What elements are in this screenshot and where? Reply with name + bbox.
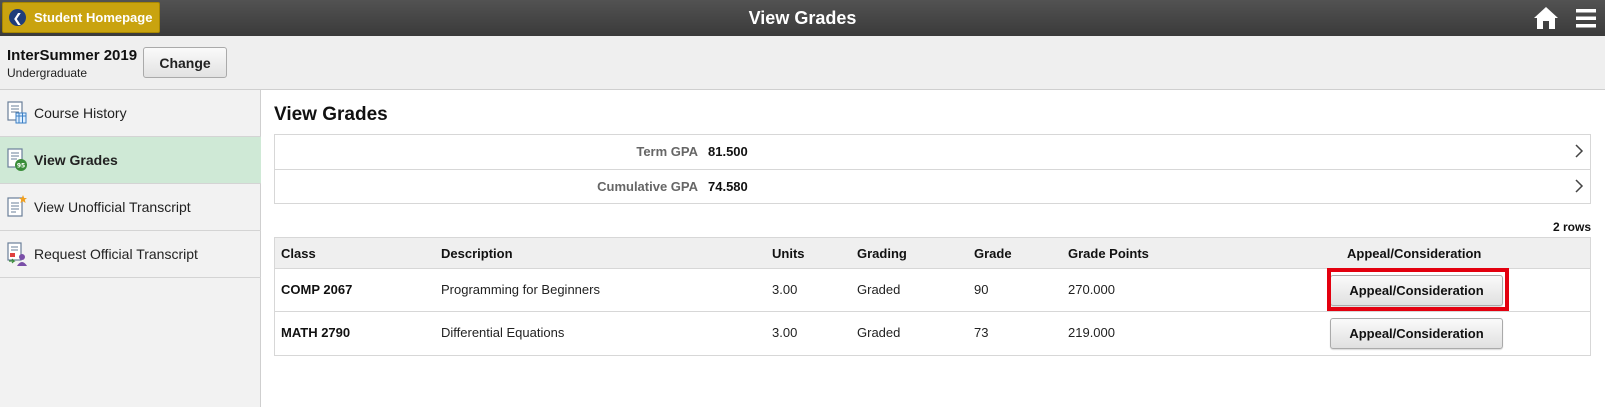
view-grades-icon: 95 — [7, 148, 27, 171]
sidebar-item-view-unofficial-transcript[interactable]: View Unofficial Transcript — [0, 184, 261, 231]
column-header: Grade Points — [1068, 246, 1149, 261]
class-cell: COMP 2067 — [281, 282, 353, 297]
sidebar-item-request-official-transcript[interactable]: Request Official Transcript — [0, 231, 261, 278]
student-homepage-label: Student Homepage — [34, 10, 153, 25]
class-cell: MATH 2790 — [281, 325, 351, 340]
term-career: Undergraduate — [7, 66, 88, 80]
column-header: Grade — [974, 246, 1012, 261]
units-cell: 3.00 — [772, 282, 798, 297]
gpa-label: Term GPA — [636, 144, 698, 159]
gpa-label: Cumulative GPA — [597, 179, 698, 194]
grade-cell: 73 — [974, 325, 989, 340]
grade-points-cell: 270.000 — [1068, 282, 1115, 297]
term-gpa-row[interactable]: Term GPA 81.500 — [275, 135, 1590, 169]
header-title: View Grades — [748, 8, 857, 28]
change-term-button[interactable]: Change — [143, 47, 227, 78]
back-arrow-icon: ❮ — [9, 9, 26, 26]
sidebar-item-label: View Grades — [34, 152, 118, 168]
page-title: View Grades — [274, 104, 388, 125]
grades-table: Class Description Units Grading Grade Gr… — [274, 237, 1591, 356]
column-header: Class — [281, 246, 316, 261]
sidebar-item-view-grades[interactable]: 95 View Grades — [0, 137, 261, 184]
gpa-value: 74.580 — [708, 179, 748, 194]
sidebar-item-label: Request Official Transcript — [34, 246, 198, 262]
column-header: Description — [441, 246, 513, 261]
gpa-summary: Term GPA 81.500 Cumulative GPA 74.580 — [274, 134, 1591, 204]
hamburger-menu-icon[interactable] — [1576, 6, 1596, 30]
description-cell: Programming for Beginners — [441, 282, 600, 297]
grading-cell: Graded — [857, 325, 901, 340]
official-transcript-icon — [7, 242, 27, 266]
top-header: ❮ Student Homepage View Grades — [0, 0, 1605, 36]
grading-cell: Graded — [857, 282, 901, 297]
description-cell: Differential Equations — [441, 325, 565, 340]
sidebar: Course History 95 View Grades View Unoff… — [0, 90, 261, 407]
chevron-right-icon — [1575, 179, 1584, 193]
sidebar-item-label: View Unofficial Transcript — [34, 199, 191, 215]
column-header: Grading — [857, 246, 907, 261]
appeal-consideration-button[interactable]: Appeal/Consideration — [1330, 318, 1503, 349]
sidebar-item-course-history[interactable]: Course History — [0, 90, 261, 137]
cumulative-gpa-row[interactable]: Cumulative GPA 74.580 — [275, 169, 1590, 203]
table-row: COMP 2067 Programming for Beginners 3.00… — [275, 268, 1590, 312]
unofficial-transcript-icon — [7, 195, 27, 217]
grade-cell: 90 — [974, 282, 989, 297]
course-history-icon — [7, 101, 27, 124]
gpa-value: 81.500 — [708, 144, 748, 159]
column-header: Appeal/Consideration — [1347, 246, 1482, 261]
student-homepage-button[interactable]: ❮ Student Homepage — [2, 2, 160, 33]
term-bar: InterSummer 2019 Undergraduate Change — [0, 36, 1605, 90]
grade-points-cell: 219.000 — [1068, 325, 1115, 340]
units-cell: 3.00 — [772, 325, 798, 340]
table-header: Class Description Units Grading Grade Gr… — [275, 238, 1590, 269]
term-name: InterSummer 2019 — [7, 47, 138, 64]
appeal-consideration-button[interactable]: Appeal/Consideration — [1330, 275, 1503, 306]
rows-count: 2 rows — [1552, 220, 1591, 234]
column-header: Units — [772, 246, 805, 261]
table-row: MATH 2790 Differential Equations 3.00 Gr… — [275, 312, 1590, 355]
svg-text:95: 95 — [17, 163, 25, 170]
home-icon[interactable] — [1533, 5, 1559, 31]
chevron-right-icon — [1575, 144, 1584, 158]
sidebar-item-label: Course History — [34, 105, 127, 121]
